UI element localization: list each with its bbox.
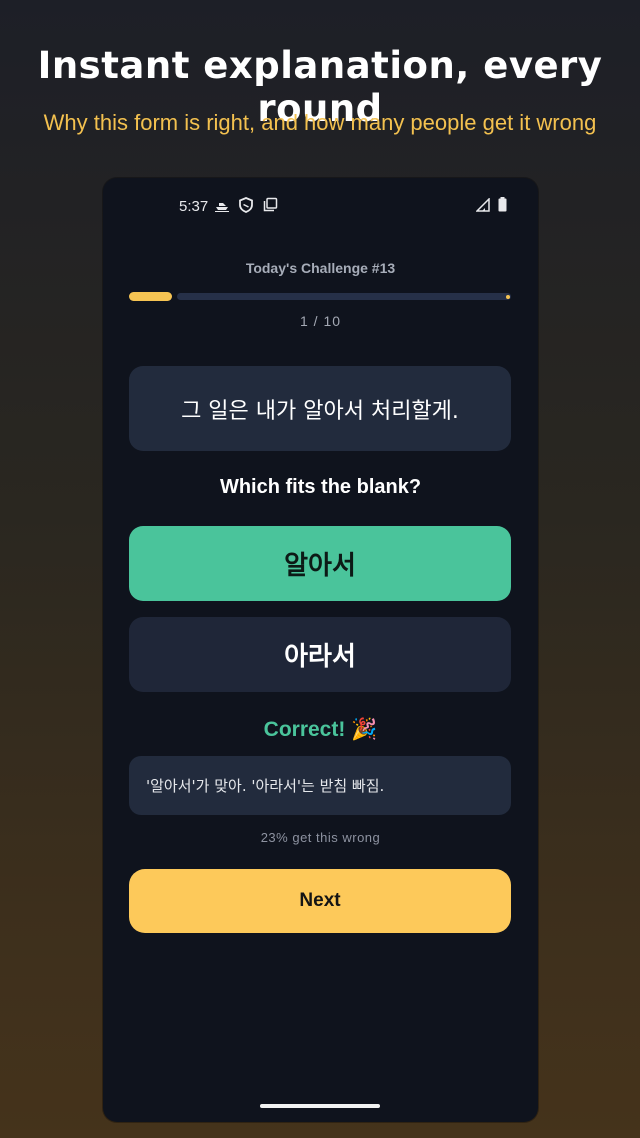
sentence-card: 그 일은 내가 알아서 처리할게. (129, 366, 511, 451)
shield-icon (239, 197, 253, 217)
explanation-card: '알아서'가 맞아. '아라서'는 받침 빠짐. (129, 756, 511, 815)
next-button[interactable]: Next (129, 869, 511, 933)
explanation-text: '알아서'가 맞아. '아라서'는 받침 빠짐. (146, 777, 385, 795)
challenge-title: Today's Challenge #13 (245, 260, 396, 276)
question-prompt: Which fits the blank? (219, 476, 422, 498)
answer-option-label: 알아서 (284, 551, 356, 581)
phone-screen: 5:37 Today's Challenge #13 1 / 10 그 일은 내… (103, 178, 538, 1122)
progress-bar (129, 292, 511, 301)
battery-icon (498, 197, 507, 216)
answer-option-correct[interactable]: 알아서 (129, 526, 511, 601)
status-bar: 5:37 (103, 178, 538, 234)
next-button-label: Next (299, 890, 341, 911)
progress-end-dot (506, 295, 510, 299)
copy-icon (263, 197, 278, 216)
wrong-rate-stat: 23% get this wrong (260, 830, 381, 845)
sentence-text: 그 일은 내가 알아서 처리할게. (181, 398, 459, 424)
feedback-message: Correct! 🎉 (263, 718, 378, 741)
status-time: 5:37 (179, 198, 209, 215)
boat-icon (214, 197, 230, 216)
progress-remaining (177, 293, 511, 300)
answer-option-label: 아라서 (284, 642, 356, 672)
home-indicator[interactable] (260, 1104, 380, 1108)
signal-icon (475, 197, 490, 216)
promo-subtitle: Why this form is right, and how many peo… (43, 110, 597, 135)
progress-fill (129, 292, 172, 301)
answer-option-incorrect[interactable]: 아라서 (129, 617, 511, 692)
progress-counter: 1 / 10 (299, 313, 342, 329)
